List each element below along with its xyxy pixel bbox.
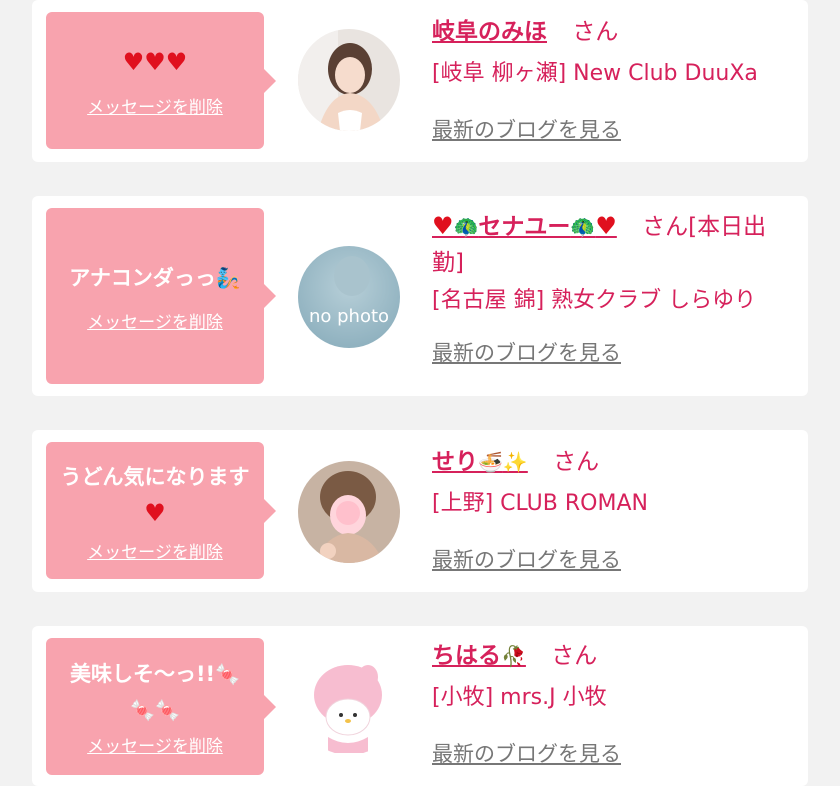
avatar[interactable]: no photo xyxy=(298,246,400,348)
message-bubble: うどん気になります ♥ メッセージを削除 xyxy=(46,442,276,579)
message-card: 美味しそ〜っ!!🍬 🍬🍬 メッセージを削除 ちはる🥀 さん [小牧] mrs.J … xyxy=(32,626,808,786)
delete-message-link[interactable]: メッセージを削除 xyxy=(87,308,223,333)
latest-blog-link[interactable]: 最新のブログを見る xyxy=(432,738,794,768)
shop-name: [上野] CLUB ROMAN xyxy=(432,491,648,516)
honorific: さん xyxy=(572,19,619,45)
profile-name-link[interactable]: せり🍜✨ xyxy=(432,449,528,475)
shop-name: [岐阜 柳ヶ瀬] New Club DuuXa xyxy=(432,61,758,86)
heart-arrow-icon: ♥ xyxy=(595,212,617,240)
message-card: ♥♥♥ メッセージを削除 岐阜のみほ さん [岐阜 柳ヶ瀬] New Club … xyxy=(32,0,808,162)
message-text: 美味しそ〜っ!!🍬 🍬🍬 xyxy=(56,656,254,728)
shop-name: [小牧] mrs.J 小牧 xyxy=(432,685,607,710)
heart-arrow-icon: ♥ xyxy=(432,212,454,240)
profile-info: ♥🦚セナユー🦚♥ さん[本日出勤] [名古屋 錦] 熟女クラブ しらゆり 最新の… xyxy=(432,208,794,367)
profile-info: せり🍜✨ さん [上野] CLUB ROMAN 最新のブログを見る xyxy=(432,444,794,574)
message-text-content: アナコンダっっ xyxy=(69,265,216,290)
message-card: アナコンダっっ🧞 メッセージを削除 no photo ♥🦚セナユー🦚♥ さん[本… xyxy=(32,196,808,396)
honorific: さん xyxy=(553,449,600,475)
heart-icon: ♥ xyxy=(122,47,145,76)
profile-name-link[interactable]: ♥🦚セナユー🦚♥ xyxy=(432,212,617,240)
latest-blog-link[interactable]: 最新のブログを見る xyxy=(432,114,794,144)
avatar[interactable] xyxy=(298,653,400,755)
message-bubble: ♥♥♥ メッセージを削除 xyxy=(46,12,276,149)
message-text: うどん気になります ♥ xyxy=(46,459,264,532)
profile-name-text: せり xyxy=(432,449,478,475)
candy-icon: 🍬 xyxy=(155,698,180,722)
genie-icon: 🧞 xyxy=(215,265,241,290)
profile-name-link[interactable]: 岐阜のみほ xyxy=(432,19,547,45)
message-text: アナコンダっっ🧞 xyxy=(55,260,255,296)
message-bubble: 美味しそ〜っ!!🍬 🍬🍬 メッセージを削除 xyxy=(46,638,276,775)
heart-icon: ♥ xyxy=(144,498,166,527)
message-card: うどん気になります ♥ メッセージを削除 せり🍜✨ さん [上野] CLUB RO… xyxy=(32,430,808,592)
avatar[interactable] xyxy=(298,461,400,563)
rose-icon: 🥀 xyxy=(501,644,526,668)
delete-message-link[interactable]: メッセージを削除 xyxy=(87,93,223,118)
sparkles-icon: ✨ xyxy=(502,450,528,474)
profile-name-text: ちはる xyxy=(432,643,501,669)
honorific: さん xyxy=(642,214,689,240)
message-bubble: アナコンダっっ🧞 メッセージを削除 xyxy=(46,208,276,384)
peacock-icon: 🦚 xyxy=(453,215,479,239)
delete-message-link[interactable]: メッセージを削除 xyxy=(87,732,223,757)
candy-icon: 🍬 xyxy=(130,698,155,722)
avatar[interactable] xyxy=(298,29,400,131)
message-text-content: 美味しそ〜っ!! xyxy=(69,662,216,686)
delete-message-link[interactable]: メッセージを削除 xyxy=(87,538,223,563)
latest-blog-link[interactable]: 最新のブログを見る xyxy=(432,544,794,574)
honorific: さん xyxy=(551,643,598,669)
peacock-icon: 🦚 xyxy=(570,215,596,239)
shop-name: [名古屋 錦] 熟女クラブ しらゆり xyxy=(432,288,757,313)
profile-info: 岐阜のみほ さん [岐阜 柳ヶ瀬] New Club DuuXa 最新のブログを… xyxy=(432,14,794,144)
profile-name-text: セナユー xyxy=(478,214,571,240)
heart-icon: ♥ xyxy=(165,47,188,76)
message-text: ♥♥♥ xyxy=(109,44,202,81)
profile-info: ちはる🥀 さん [小牧] mrs.J 小牧 最新のブログを見る xyxy=(432,638,794,768)
heart-icon: ♥ xyxy=(144,47,166,76)
bowl-icon: 🍜 xyxy=(478,450,503,474)
no-photo-label: no photo xyxy=(309,306,389,327)
profile-name-link[interactable]: ちはる🥀 xyxy=(432,643,526,669)
message-text-content: うどん気になります xyxy=(60,464,250,489)
latest-blog-link[interactable]: 最新のブログを見る xyxy=(432,337,794,367)
candy-icon: 🍬 xyxy=(215,662,241,686)
